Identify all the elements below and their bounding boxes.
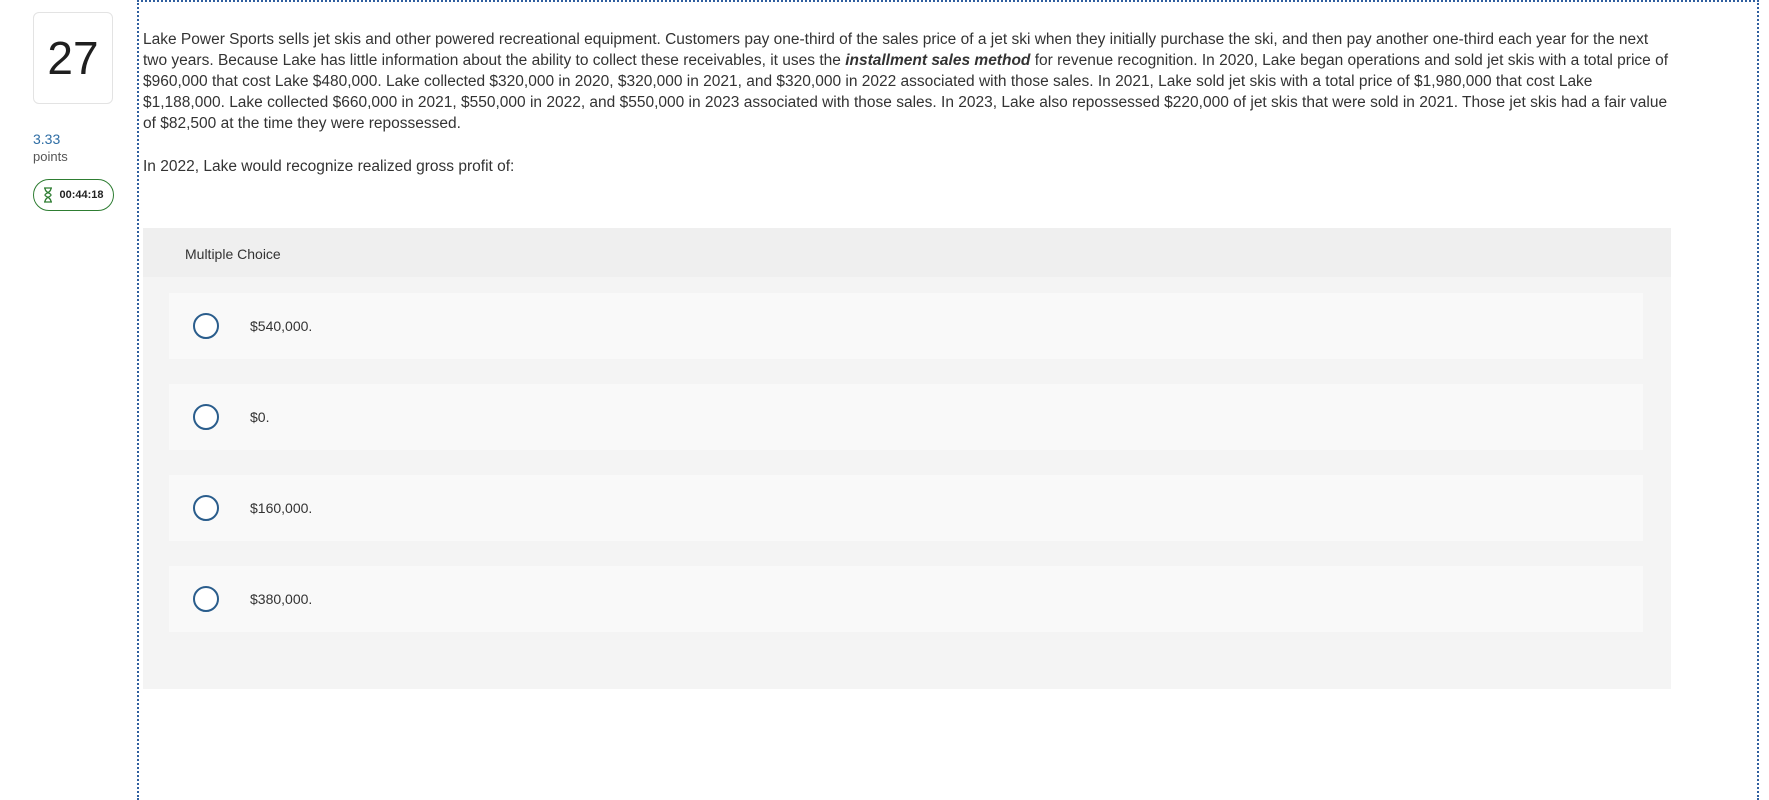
question-text-emphasis: installment sales method <box>845 52 1031 69</box>
choice-option-3[interactable]: $160,000. <box>169 475 1643 541</box>
radio-button-icon[interactable] <box>193 313 219 339</box>
choice-label: $380,000. <box>250 591 313 607</box>
question-text: Lake Power Sports sells jet skis and oth… <box>143 29 1668 134</box>
hourglass-icon <box>43 187 53 203</box>
multiple-choice-panel: Multiple Choice $540,000. $0. $160,000. … <box>143 228 1671 689</box>
choice-label: $160,000. <box>250 500 313 516</box>
multiple-choice-header: Multiple Choice <box>143 228 1671 277</box>
choice-label: $0. <box>250 409 270 425</box>
timer-text: 00:44:18 <box>59 189 104 201</box>
radio-button-icon[interactable] <box>193 586 219 612</box>
timer-badge: 00:44:18 <box>33 179 114 211</box>
radio-button-icon[interactable] <box>193 404 219 430</box>
points-value: 3.33 <box>33 131 61 147</box>
question-prompt: In 2022, Lake would recognize realized g… <box>143 158 515 175</box>
content-focus-border-top <box>137 0 1759 2</box>
radio-button-icon[interactable] <box>193 495 219 521</box>
content-focus-border-right <box>1757 0 1759 800</box>
question-number: 27 <box>33 12 113 104</box>
choice-option-4[interactable]: $380,000. <box>169 566 1643 632</box>
choice-option-1[interactable]: $540,000. <box>169 293 1643 359</box>
choice-label: $540,000. <box>250 318 313 334</box>
choice-option-2[interactable]: $0. <box>169 384 1643 450</box>
content-focus-border-left <box>137 0 139 800</box>
points-label: points <box>33 149 68 164</box>
multiple-choice-title: Multiple Choice <box>185 246 281 262</box>
